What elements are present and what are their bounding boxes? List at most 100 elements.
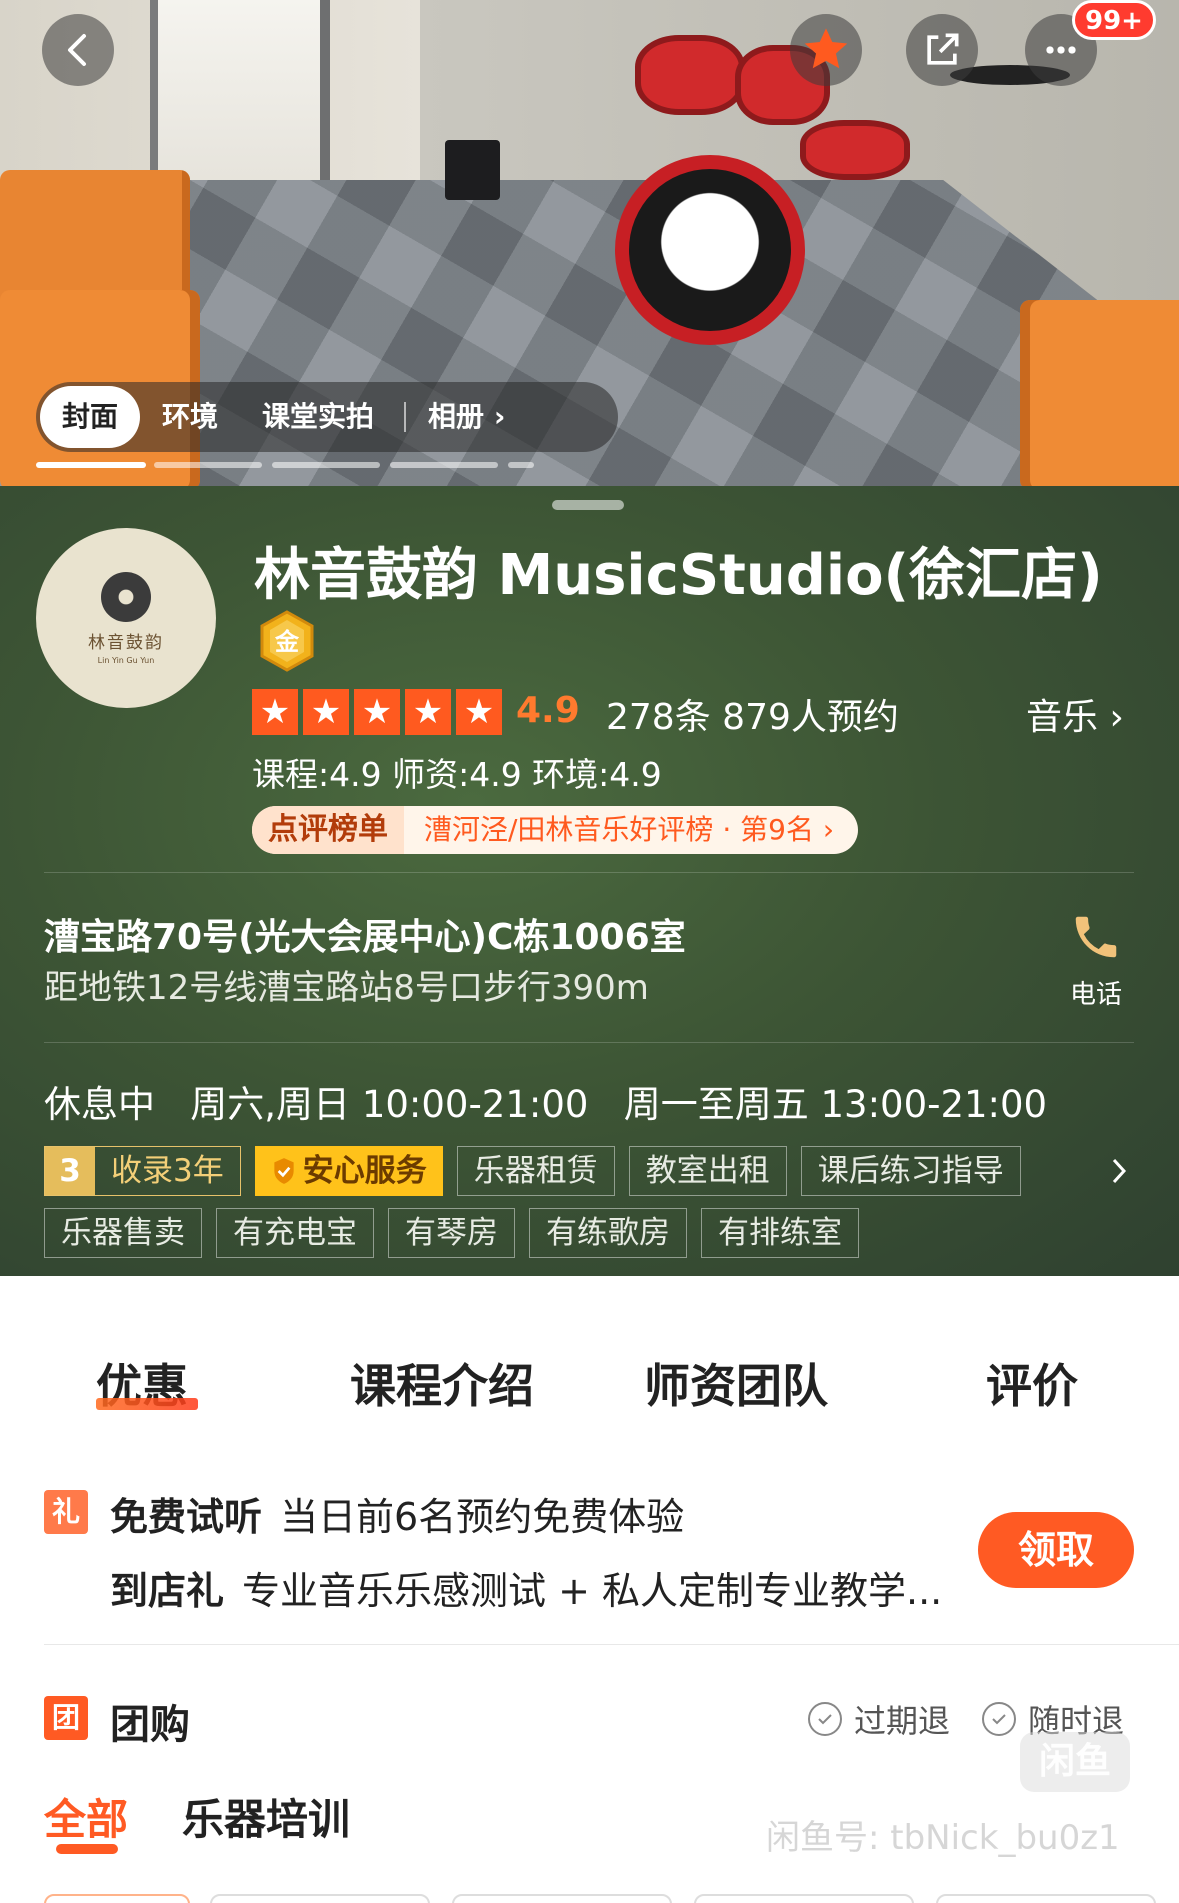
category-tab-instrument[interactable]: 乐器培训	[182, 1786, 350, 1847]
chevron-right-icon	[1112, 1158, 1127, 1184]
tag-item: 教室出租	[628, 1146, 787, 1196]
divider	[44, 1644, 1179, 1645]
divider	[44, 1042, 1134, 1043]
offer-text: 当日前6名预约免费体验	[280, 1495, 685, 1539]
star-icon: ★	[456, 689, 502, 735]
offer-title: 免费试听	[110, 1495, 263, 1539]
tags-expand-button[interactable]	[1104, 1146, 1134, 1196]
shop-info-panel: 林音鼓韵 Lin Yin Gu Yun 林音鼓韵 MusicStudio(徐汇店…	[0, 486, 1179, 1276]
cover-photo[interactable]: 99+ 封面 环境 课堂实拍 相册 ›	[0, 0, 1179, 486]
category-label: 音乐	[1026, 697, 1099, 738]
rating-stars: ★ ★ ★ ★ ★	[252, 689, 507, 735]
category-active-indicator	[56, 1844, 118, 1854]
phone-button[interactable]: 电话	[1064, 910, 1128, 1011]
tag-item: 乐器租赁	[456, 1146, 615, 1196]
shield-icon	[274, 1158, 294, 1184]
service-tags: 3 收录3年 安心服务 乐器租赁 教室出租 课后练习指导 乐器售卖 有充电宝 有…	[44, 1146, 1094, 1270]
chevron-right-icon: ›	[493, 400, 506, 433]
shop-detail-page: 99+ 封面 环境 课堂实拍 相册 › 林音鼓韵 Lin Yin Gu Yun …	[0, 0, 1179, 1903]
photo-progress	[154, 462, 262, 468]
ranking-banner[interactable]: 点评榜单 漕河泾/田林音乐好评榜 · 第9名 ›	[252, 806, 859, 854]
hours-status: 休息中	[44, 1083, 155, 1126]
star-icon: ★	[354, 689, 400, 735]
divider	[44, 872, 1134, 873]
tag-item: 有琴房	[388, 1208, 515, 1258]
tag-item: 乐器售卖	[44, 1208, 202, 1258]
phone-label: 电话	[1069, 980, 1122, 1010]
logo-subtext: Lin Yin Gu Yun	[97, 655, 155, 665]
deal-chip[interactable]	[452, 1894, 672, 1903]
phone-icon	[1075, 916, 1117, 958]
tab-active-indicator	[96, 1398, 198, 1410]
photo-drum	[800, 120, 910, 180]
star-icon: ★	[303, 689, 349, 735]
vinyl-icon	[101, 571, 151, 622]
deal-chip[interactable]	[44, 1894, 190, 1903]
claim-button[interactable]: 领取	[978, 1512, 1134, 1588]
review-count[interactable]: 278条 879人预约	[606, 688, 899, 740]
gift-icon: 礼	[44, 1490, 88, 1534]
deal-chip[interactable]	[210, 1894, 430, 1903]
photo-bin	[445, 140, 500, 200]
offer-free-trial: 免费试听 当日前6名预约免费体验	[110, 1486, 684, 1541]
photo-category-tabs: 封面 环境 课堂实拍 相册 ›	[36, 382, 618, 452]
favorite-button[interactable]	[790, 14, 862, 86]
deal-chip[interactable]	[936, 1894, 1156, 1903]
section-tabs: 优惠 课程介绍 师资团队 评价	[0, 1300, 1179, 1430]
chevron-right-icon: ›	[1109, 697, 1124, 738]
rank-tag: 点评榜单	[252, 806, 404, 854]
watermark-logo: 闲鱼	[1020, 1732, 1130, 1792]
photo-tab-environment[interactable]: 环境	[140, 382, 240, 452]
address[interactable]: 漕宝路70号(光大会展中心)C栋1006室	[44, 908, 686, 960]
years-number: 3	[45, 1147, 95, 1195]
photo-bass-drum	[615, 155, 805, 345]
deal-chip[interactable]	[694, 1894, 914, 1903]
hours-weekend: 周六,周日 10:00-21:00	[190, 1083, 589, 1126]
tab-reviews[interactable]: 评价	[986, 1350, 1078, 1416]
category-tab-all[interactable]: 全部	[44, 1786, 128, 1847]
share-button[interactable]	[906, 14, 978, 86]
watermark-text: 闲鱼号: tbNick_bu0z1	[766, 1818, 1120, 1858]
tag-item: 有排练室	[701, 1208, 859, 1258]
photo-drum	[635, 35, 745, 115]
more-icon	[1046, 46, 1076, 54]
check-circle-icon	[808, 1702, 842, 1736]
photo-progress	[390, 462, 498, 468]
gold-medal-icon: 金	[258, 610, 316, 680]
photo-progress	[36, 462, 146, 468]
share-icon	[927, 33, 959, 65]
metro-distance: 距地铁12号线漕宝路站8号口步行390m	[44, 968, 649, 1008]
category-link[interactable]: 音乐 ›	[1026, 688, 1124, 740]
sub-scores: 课程:4.9 师资:4.9 环境:4.9	[252, 755, 662, 794]
shop-title: 林音鼓韵 MusicStudio(徐汇店)	[254, 543, 1103, 608]
review-count-text: 278条	[606, 697, 711, 738]
photo-progress	[508, 462, 534, 468]
tab-course[interactable]: 课程介绍	[350, 1350, 534, 1416]
back-button[interactable]	[42, 14, 114, 86]
notification-badge: 99+	[1072, 0, 1156, 40]
gold-badge-text: 金	[274, 628, 300, 656]
offer-text: 专业音乐乐感测试 + 私人定制专业教学...	[242, 1569, 943, 1613]
photo-amp	[1020, 300, 1179, 486]
shop-logo[interactable]: 林音鼓韵 Lin Yin Gu Yun	[36, 528, 216, 708]
offer-title: 到店礼	[110, 1569, 225, 1613]
safe-service-label: 安心服务	[302, 1153, 427, 1189]
star-icon: ★	[405, 689, 451, 735]
rank-text: 漕河泾/田林音乐好评榜 · 第9名 ›	[404, 806, 858, 854]
tab-teachers[interactable]: 师资团队	[644, 1350, 828, 1416]
policy-expired-refund: 过期退	[808, 1696, 950, 1742]
tag-years: 3 收录3年	[44, 1146, 241, 1196]
rating-score: 4.9	[516, 690, 580, 731]
photo-tab-class[interactable]: 课堂实拍	[240, 382, 396, 452]
chevron-right-icon: ›	[822, 813, 835, 846]
tag-item: 有练歌房	[529, 1208, 687, 1258]
policy-label: 过期退	[854, 1702, 951, 1740]
tag-safe-service[interactable]: 安心服务	[254, 1146, 443, 1196]
photo-progress	[272, 462, 380, 468]
logo-text: 林音鼓韵	[88, 632, 164, 653]
group-buy-title: 团购	[110, 1702, 190, 1748]
drag-handle[interactable]	[552, 500, 624, 510]
group-buy-icon: 团	[44, 1696, 88, 1740]
photo-tab-cover[interactable]: 封面	[40, 386, 141, 448]
album-link[interactable]: 相册 ›	[404, 402, 527, 432]
